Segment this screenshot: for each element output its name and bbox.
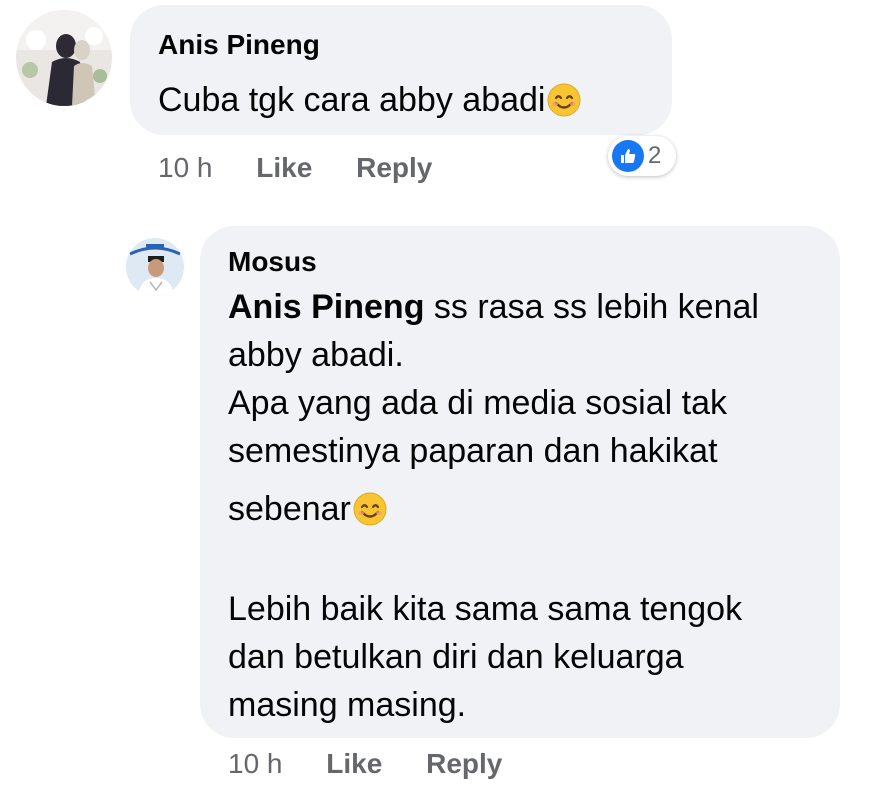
reply-line-1-text: ss rasa ss lebih kenal	[424, 288, 759, 326]
avatar-photo-icon	[126, 238, 184, 296]
comment-author[interactable]: Anis Pineng	[158, 29, 320, 61]
reply-line-2: abby abadi.	[228, 336, 404, 374]
reply-line-4: semestinya paparan dan hakikat	[228, 432, 718, 470]
like-icon	[612, 140, 644, 172]
reply-line-7: dan betulkan diri dan keluarga	[228, 638, 684, 676]
reply-button[interactable]: Reply	[426, 748, 502, 779]
comment-timestamp[interactable]: 10 h	[158, 152, 213, 183]
avatar-photo-icon	[16, 10, 112, 106]
comment-bubble: Anis Pineng Cuba tgk cara abby abadi	[130, 5, 672, 135]
smiling-face-icon	[353, 492, 387, 535]
comment-text: Cuba tgk cara abby abadi	[158, 81, 581, 126]
smiling-face-icon	[547, 83, 581, 126]
comment-meta: 10 h Like Reply	[158, 152, 432, 184]
like-button[interactable]: Like	[326, 748, 382, 779]
reply-avatar[interactable]	[126, 238, 184, 296]
reply-timestamp[interactable]: 10 h	[228, 748, 283, 779]
reply-button[interactable]: Reply	[356, 152, 432, 183]
reply-meta: 10 h Like Reply	[228, 748, 502, 780]
like-button[interactable]: Like	[256, 152, 312, 183]
reply-bubble: Mosus Anis Pineng ss rasa ss lebih kenal…	[200, 226, 840, 738]
reaction-count: 2	[648, 142, 662, 169]
reply-author[interactable]: Mosus	[228, 246, 317, 278]
reaction-summary[interactable]: 2	[608, 136, 676, 176]
reply-line-1: Anis Pineng ss rasa ss lebih kenal	[228, 288, 759, 327]
reply-line-6: Lebih baik kita sama sama tengok	[228, 590, 743, 628]
comment-text-content: Cuba tgk cara abby abadi	[158, 81, 546, 119]
reply-line-3: Apa yang ada di media sosial tak	[228, 384, 727, 422]
mention-link[interactable]: Anis Pineng	[228, 288, 424, 326]
comment-avatar[interactable]	[16, 10, 112, 106]
reply-line-5: sebenar	[228, 490, 387, 535]
reply-line-5-text: sebenar	[228, 490, 351, 528]
reply-line-8: masing masing.	[228, 686, 467, 724]
